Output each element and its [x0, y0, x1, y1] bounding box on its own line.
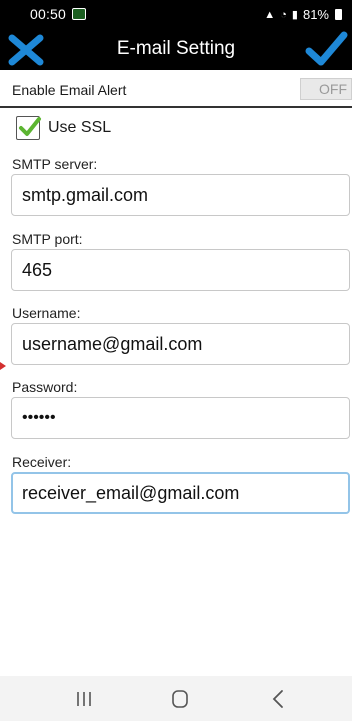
- password-input[interactable]: ••••••: [11, 397, 350, 439]
- status-time: 00:50: [30, 6, 67, 22]
- status-bar: 00:50 ▲ ◔ ▮ 81%: [0, 0, 352, 28]
- check-icon: [19, 117, 41, 136]
- email-alert-toggle[interactable]: OFF: [300, 78, 352, 100]
- status-right: ▲ ◔ ▮ 81%: [264, 7, 342, 22]
- use-ssl-label: Use SSL: [48, 119, 112, 136]
- use-ssl-checkbox-row[interactable]: Use SSL: [16, 116, 111, 140]
- username-input[interactable]: username@gmail.com: [11, 323, 350, 365]
- smtp-server-label: SMTP server:: [12, 156, 98, 172]
- smtp-port-label: SMTP port:: [12, 231, 83, 247]
- recent-apps-button[interactable]: [64, 686, 104, 712]
- checkmark-icon: [305, 31, 348, 66]
- use-ssl-checkbox[interactable]: [16, 116, 41, 140]
- back-icon: [272, 690, 283, 708]
- username-label: Username:: [12, 305, 81, 321]
- email-alert-label: Enable Email Alert: [12, 82, 127, 98]
- receiver-label: Receiver:: [12, 454, 72, 470]
- home-button[interactable]: [160, 686, 200, 712]
- battery-icon: [335, 8, 342, 20]
- app-notification-icon: [72, 8, 87, 20]
- page-title: E-mail Setting: [116, 38, 236, 59]
- system-nav-bar: [0, 676, 352, 721]
- confirm-button[interactable]: [304, 30, 348, 68]
- home-icon: [172, 690, 188, 708]
- battery-percent: 81%: [302, 6, 329, 22]
- email-alert-row: Enable Email Alert OFF: [0, 72, 352, 108]
- smtp-server-input[interactable]: smtp.gmail.com: [11, 174, 350, 216]
- title-bar: E-mail Setting: [0, 28, 352, 70]
- smtp-port-input[interactable]: 465: [11, 249, 350, 291]
- back-button[interactable]: [258, 686, 298, 712]
- password-label: Password:: [12, 379, 78, 395]
- pointer-marker: [0, 362, 6, 370]
- receiver-input[interactable]: receiver_email@gmail.com: [11, 472, 350, 514]
- recent-apps-icon: [77, 692, 91, 706]
- signal-wifi-icon: ▲ ◔ ▮: [264, 8, 299, 21]
